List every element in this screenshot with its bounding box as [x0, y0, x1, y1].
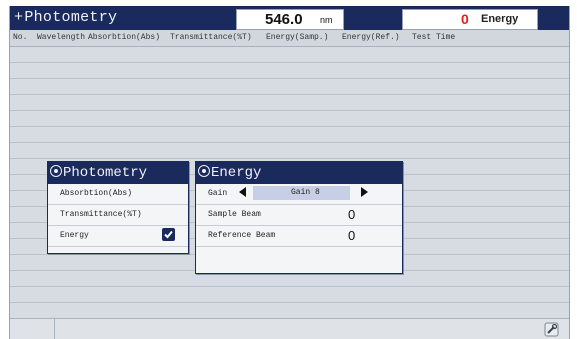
- column-header-energy-sample: Energy(Samp.): [266, 33, 329, 42]
- panel-radio-icon: [50, 165, 62, 177]
- column-header-energy-reference: Energy(Ref.): [342, 33, 400, 42]
- table-row: [10, 142, 569, 143]
- wavelength-unit: nm: [320, 15, 333, 25]
- wavelength-value: 546.0: [265, 11, 303, 28]
- option-label: Energy: [60, 231, 89, 240]
- reference-beam-value: 0: [348, 228, 356, 243]
- checkmark-icon: [164, 230, 173, 239]
- status-bar: [10, 318, 569, 339]
- gain-decrease-arrow-icon[interactable]: [239, 187, 246, 197]
- wavelength-display[interactable]: 546.0 nm: [236, 9, 344, 30]
- photometry-option-transmittance[interactable]: Transmittance(%T): [48, 205, 188, 226]
- photometry-panel: Photometry Absorbtion(Abs) Transmittance…: [47, 161, 189, 254]
- app-title: +Photometry: [14, 9, 118, 26]
- energy-checkbox[interactable]: [162, 228, 175, 241]
- column-header-wavelength: Wavelength: [37, 33, 86, 42]
- energy-panel-header: Energy: [196, 162, 402, 184]
- table-row: [10, 94, 569, 95]
- table-row: [10, 110, 569, 111]
- tools-icon[interactable]: [544, 322, 559, 337]
- photometry-screen: +Photometry 546.0 nm 0 Energy No. Wavele…: [9, 6, 570, 339]
- column-header-absorbance: Absorbtion(Abs): [88, 33, 161, 42]
- gain-value: Gain 8: [291, 188, 320, 197]
- sample-beam-row: Sample Beam 0: [196, 205, 402, 226]
- table-row: [10, 126, 569, 127]
- gain-row: Gain Gain 8: [196, 184, 402, 205]
- mode-value: 0: [461, 11, 469, 27]
- panel-radio-icon: [198, 165, 210, 177]
- title-bar: +Photometry 546.0 nm 0 Energy: [10, 6, 569, 30]
- table-row: [10, 302, 569, 303]
- photometry-option-energy[interactable]: Energy: [48, 226, 188, 247]
- table-row: [10, 62, 569, 63]
- photometry-option-absorbance[interactable]: Absorbtion(Abs): [48, 184, 188, 205]
- gain-increase-arrow-icon[interactable]: [361, 187, 368, 197]
- table-row: [10, 78, 569, 79]
- table-header: No. Wavelength Absorbtion(Abs) Transmitt…: [10, 30, 569, 47]
- gain-selector[interactable]: Gain 8: [253, 186, 350, 200]
- mode-label: Energy: [481, 13, 519, 25]
- status-divider: [54, 319, 55, 339]
- mode-display[interactable]: 0 Energy: [402, 9, 538, 30]
- option-label: Absorbtion(Abs): [60, 189, 133, 198]
- sample-beam-value: 0: [348, 207, 356, 222]
- table-row: [10, 158, 569, 159]
- column-header-test-time: Test Time: [412, 33, 456, 42]
- column-header-no: No.: [13, 33, 28, 42]
- column-header-transmittance: Transmittance(%T): [170, 33, 252, 42]
- option-label: Transmittance(%T): [60, 210, 142, 219]
- reference-beam-row: Reference Beam 0: [196, 226, 402, 247]
- photometry-panel-header: Photometry: [48, 162, 188, 184]
- energy-panel: Energy Gain Gain 8 Sample Beam 0 Referen…: [195, 161, 403, 274]
- reference-beam-label: Reference Beam: [208, 231, 276, 240]
- gain-label: Gain: [208, 189, 228, 198]
- sample-beam-label: Sample Beam: [208, 210, 261, 219]
- table-row: [10, 286, 569, 287]
